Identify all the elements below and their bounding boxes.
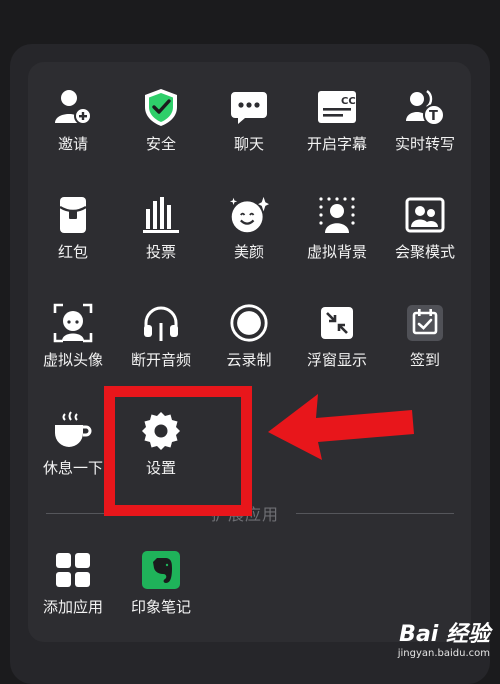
vote-bars-icon (141, 195, 181, 235)
together-mode-button[interactable]: 会聚模式 (381, 195, 469, 287)
coffee-cup-icon (53, 411, 93, 451)
invite-user-icon (53, 87, 93, 127)
headphones-icon (141, 303, 181, 343)
watermark-main-text: Bai 经验 (399, 622, 490, 647)
live-transcribe-icon: T (405, 87, 445, 127)
cloud-record-button[interactable]: 云录制 (205, 303, 293, 395)
chat-button[interactable]: 聊天 (205, 87, 293, 179)
evernote-app-button[interactable]: 印象笔记 (117, 550, 205, 642)
float-window-button[interactable]: 浮窗显示 (293, 303, 381, 395)
beauty-face-icon (229, 195, 269, 235)
check-in-icon (405, 303, 445, 343)
red-highlight-box (104, 386, 252, 516)
add-app-button[interactable]: 添加应用 (29, 550, 117, 642)
cloud-record-icon (229, 303, 269, 343)
captions-cc-icon: CC (317, 87, 357, 127)
red-packet-icon (53, 195, 93, 235)
together-mode-icon (405, 195, 445, 235)
add-app-grid-icon (53, 550, 93, 590)
beauty-button[interactable]: 美颜 (205, 195, 293, 287)
virtual-background-icon (317, 195, 357, 235)
evernote-label: 印象笔记 (130, 598, 191, 616)
virtual-avatar-button[interactable]: 虚拟头像 (29, 303, 117, 395)
watermark-url-text: jingyan.baidu.com (397, 648, 490, 659)
red-arrow-icon (268, 394, 414, 460)
security-button[interactable]: 安全 (117, 87, 205, 179)
float-window-icon (317, 303, 357, 343)
virtual-avatar-icon (53, 303, 93, 343)
vote-button[interactable]: 投票 (117, 195, 205, 287)
together-mode-label: 会聚模式 (394, 243, 455, 261)
captions-button[interactable]: CC 开启字幕 (293, 87, 381, 179)
invite-button[interactable]: 邀请 (29, 87, 117, 179)
chat-bubble-icon (229, 87, 269, 127)
evernote-elephant-icon (141, 550, 181, 590)
svg-text:CC: CC (341, 96, 356, 107)
live-transcribe-button[interactable]: T 实时转写 (381, 87, 469, 179)
disconnect-audio-button[interactable]: 断开音频 (117, 303, 205, 395)
virtual-background-button[interactable]: 虚拟背景 (293, 195, 381, 287)
check-in-button[interactable]: 签到 (381, 303, 469, 395)
svg-text:T: T (429, 109, 438, 124)
security-shield-icon (141, 87, 181, 127)
baidu-watermark: Bai 经验 jingyan.baidu.com (398, 616, 490, 659)
red-packet-button[interactable]: 红包 (29, 195, 117, 287)
section-divider-right (296, 513, 454, 514)
live-transcribe-label: 实时转写 (394, 135, 455, 153)
check-in-label: 签到 (409, 351, 440, 369)
